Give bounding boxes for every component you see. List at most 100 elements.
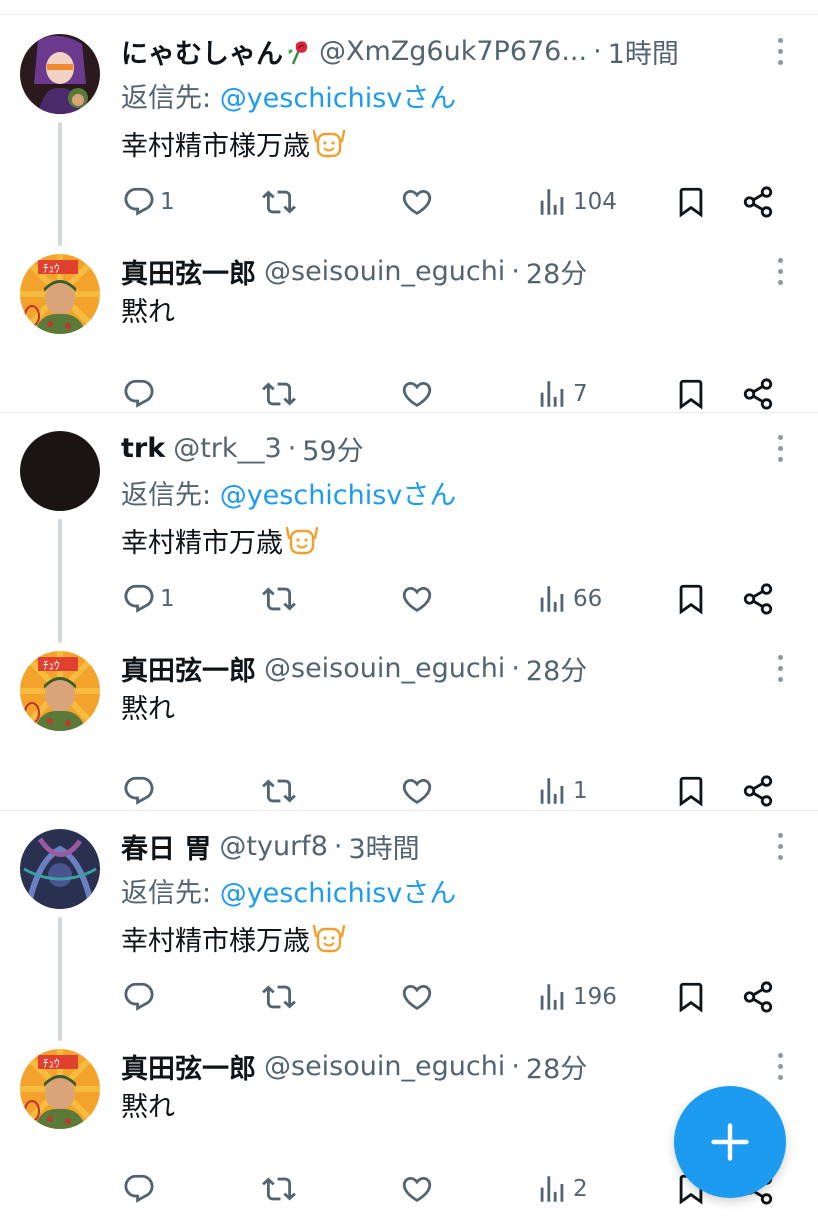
share-button[interactable] [741,182,775,222]
retweet-button[interactable] [262,182,296,222]
display-name[interactable]: にゃむしゃん [121,33,283,70]
more-icon-dot [777,60,783,65]
reply-button[interactable] [122,1169,160,1209]
views-button[interactable]: 7 [535,374,588,414]
display-name[interactable]: 真田弦一郎 [121,650,256,687]
user-handle[interactable]: @tyurf8 [219,831,327,862]
tweet-header: trk @trk__3 · 59分 [121,430,738,467]
like-button[interactable] [400,182,434,222]
user-handle[interactable]: @seisouin_eguchi [264,1051,505,1082]
views-button[interactable]: 2 [535,1169,588,1209]
more-icon-dot [777,280,783,285]
reply-icon [122,1172,156,1206]
reply-button[interactable] [122,374,160,414]
timestamp[interactable]: 3時間 [348,828,419,865]
retweet-icon [262,582,296,616]
like-button[interactable] [400,977,434,1017]
bookmark-button[interactable] [674,374,708,414]
user-handle[interactable]: @seisouin_eguchi [264,653,505,684]
display-name[interactable]: trk [121,433,165,464]
action-count: 1 [160,586,175,612]
timestamp[interactable]: 28分 [526,650,587,687]
action-count: 66 [573,586,603,612]
timestamp[interactable]: 28分 [526,1048,587,1085]
display-name[interactable]: 真田弦一郎 [121,253,256,290]
user-handle[interactable]: @XmZg6uk7P676... [319,36,587,67]
retweet-icon [262,1172,296,1206]
like-button[interactable] [400,374,434,414]
reply-tweet[interactable]: 真田弦一郎 @seisouin_eguchi · 28分 黙れ 7 [0,254,818,434]
more-icon-dot [777,269,783,274]
replying-to-mention[interactable]: @yeschichisv [220,480,403,511]
reply-button[interactable]: 1 [122,579,175,619]
display-name[interactable]: 真田弦一郎 [121,1048,256,1085]
tweet[interactable]: にゃむしゃん @XmZg6uk7P676... · 1時間返信先: @yeschich… [0,33,818,246]
share-button[interactable] [741,579,775,619]
heart-icon [400,1172,434,1206]
tweet-header: 春日 胃 @tyurf8 · 3時間 [121,828,738,865]
replying-to-label: 返信先: [121,480,220,511]
replying-to-mention[interactable]: @yeschichisv [220,878,403,909]
more-options-button[interactable] [776,435,784,465]
avatar[interactable] [20,34,100,114]
bookmark-button[interactable] [674,977,708,1017]
retweet-button[interactable] [262,977,296,1017]
tweet[interactable]: trk @trk__3 · 59分 返信先: @yeschichisvさん 幸村精市万歳 1… [0,430,818,643]
tweet[interactable]: 春日 胃 @tyurf8 · 3時間 返信先: @yeschichisvさん 幸村精市様万… [0,828,818,1041]
views-button[interactable]: 66 [535,579,602,619]
retweet-button[interactable] [262,1169,296,1209]
bookmark-button[interactable] [674,579,708,619]
timestamp[interactable]: 28分 [526,253,587,290]
separator-dot: · [511,1050,520,1082]
reply-button[interactable]: 1 [122,182,175,222]
replying-to-mention[interactable]: @yeschichisv [220,83,403,114]
tweet-text-content: 幸村精市様万歳 [121,131,310,162]
more-options-button[interactable] [776,258,784,288]
views-button[interactable]: 104 [535,182,617,222]
more-options-button[interactable] [776,655,784,685]
like-button[interactable] [400,771,434,811]
compose-button[interactable] [674,1086,786,1198]
views-button[interactable]: 196 [535,977,617,1017]
timestamp[interactable]: 1時間 [608,33,679,70]
avatar[interactable] [20,829,100,909]
timestamp[interactable]: 59分 [302,430,363,467]
separator-dot: · [593,35,602,67]
action-count: 7 [573,381,588,407]
avatar-image [20,1049,100,1129]
like-button[interactable] [400,1169,434,1209]
more-icon-dot [777,1064,783,1069]
user-handle[interactable]: @trk__3 [173,433,282,464]
retweet-button[interactable] [262,374,296,414]
user-handle[interactable]: @seisouin_eguchi [264,256,505,287]
avatar[interactable] [20,651,100,731]
reply-icon [122,582,156,616]
share-button[interactable] [741,771,775,811]
display-name[interactable]: 春日 胃 [121,828,211,865]
share-button[interactable] [741,374,775,414]
views-button[interactable]: 1 [535,771,588,811]
avatar[interactable] [20,254,100,334]
retweet-button[interactable] [262,771,296,811]
more-icon-dot [777,258,783,263]
bookmark-button[interactable] [674,771,708,811]
more-options-button[interactable] [776,1053,784,1083]
bookmark-button[interactable] [674,182,708,222]
replying-to: 返信先: @yeschichisvさん [121,76,456,115]
reply-tweet[interactable]: 真田弦一郎 @seisouin_eguchi · 28分 黙れ 1 [0,651,818,831]
share-icon [741,377,775,411]
reply-button[interactable] [122,977,160,1017]
replying-to-suffix: さん [402,83,457,114]
tweet-header: 真田弦一郎 @seisouin_eguchi · 28分 [121,650,738,687]
more-options-button[interactable] [776,38,784,68]
replying-to-suffix: さん [402,878,457,909]
share-button[interactable] [741,977,775,1017]
like-button[interactable] [400,579,434,619]
avatar[interactable] [20,431,100,511]
more-options-button[interactable] [776,833,784,863]
tweet-actions: 1 66 [0,579,818,619]
avatar[interactable] [20,1049,100,1129]
thread-divider [0,412,818,413]
reply-button[interactable] [122,771,160,811]
retweet-button[interactable] [262,579,296,619]
